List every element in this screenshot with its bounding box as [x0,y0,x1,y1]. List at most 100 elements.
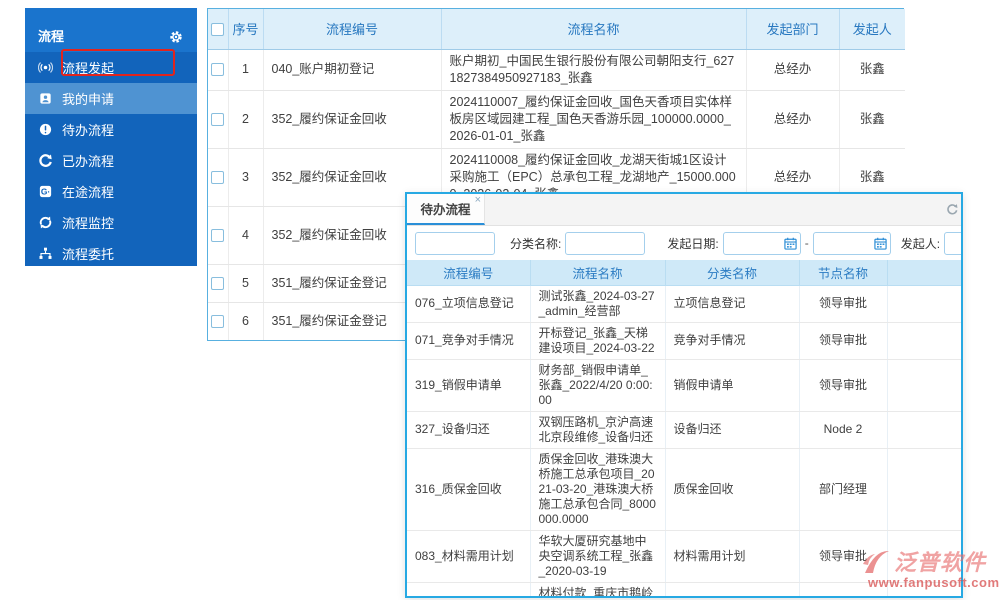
cell-category: 竞争对手情况 [665,322,799,359]
row-checkbox[interactable] [211,171,224,184]
sidebar-item-process-initiate[interactable]: 流程发起 [25,52,197,83]
cell-category: 设备归还 [665,411,799,448]
cell-category: 销假申请单 [665,359,799,411]
svg-text:G·: G· [41,187,50,197]
col-header-name: 流程名称 [530,260,665,285]
cell-code: 352_履约保证金回收 [263,90,441,148]
cell-name: 财务部_销假申请单_张鑫_2022/4/20 0:00:00 [530,359,665,411]
table-row[interactable]: 1 040_账户期初登记 账户期初_中国民生银行股份有限公司朝阳支行_62718… [208,49,905,90]
cell-initiator: 张鑫 [839,90,905,148]
col-header-initiator: 发起人 [839,9,905,49]
col-header-code: 流程编号 [263,9,441,49]
cell-dept: 总经办 [746,49,839,90]
calendar-icon[interactable] [874,237,887,250]
sidebar-header: 流程 [25,8,197,52]
pending-processes-table: 流程编号 流程名称 分类名称 节点名称 076_立项信息登记 测试张鑫_2024… [407,260,963,598]
refresh-icon [38,215,53,230]
sidebar-item-pending-processes[interactable]: 待办流程 [25,114,197,145]
row-checkbox[interactable] [211,113,224,126]
g-badge-icon: G· [38,184,53,199]
table-row[interactable]: 083_材料需用计划 华软大厦研究基地中央空调系统工程_张鑫_2020-03-1… [407,530,963,582]
panel-filter-row: 分类名称: 发起日期: - [407,226,961,260]
row-checkbox[interactable] [211,229,224,242]
col-header-no: 序号 [228,9,263,49]
sidebar-item-label: 待办流程 [62,120,114,139]
cell-name: 双钢压路机_京沪高速北京段维修_设备归还 [530,411,665,448]
keyword-input[interactable] [415,232,495,255]
sidebar-title: 流程 [38,26,64,45]
cell-no: 2 [228,90,263,148]
header-checkbox-cell [208,9,228,49]
category-label: 分类名称: [510,235,561,252]
sitemap-icon [38,246,53,261]
table-row[interactable]: 319_销假申请单 财务部_销假申请单_张鑫_2022/4/20 0:00:00… [407,359,963,411]
cell-node: 领导审批 [799,530,887,582]
col-header-dept: 发起部门 [746,9,839,49]
gear-icon[interactable] [168,29,184,45]
row-checkbox[interactable] [211,315,224,328]
cell-name: 华软大厦研究基地中央空调系统工程_张鑫_2020-03-19 [530,530,665,582]
cell-no: 4 [228,206,263,264]
row-checkbox[interactable] [211,277,224,290]
cell-no: 1 [228,49,263,90]
start-date-label: 发起日期: [667,235,718,252]
pending-processes-panel: 待办流程 × 分类名称: 发起日期: [405,192,963,598]
table-row[interactable]: 327_设备归还 双钢压路机_京沪高速北京段维修_设备归还 设备归还 Node … [407,411,963,448]
row-checkbox[interactable] [211,63,224,76]
panel-tab-bar: 待办流程 × [407,194,961,226]
cell-node: 总裁审批 [799,582,887,598]
cell-code: 316_质保金回收 [407,448,530,530]
cell-category: 材料付款 [665,582,799,598]
cell-node: 领导审批 [799,359,887,411]
sidebar-item-my-applications[interactable]: 我的申请 [25,83,197,114]
panel-refresh-icon[interactable] [945,202,959,216]
sidebar-item-label: 已办流程 [62,151,114,170]
table-header-row: 序号 流程编号 流程名称 发起部门 发起人 [208,9,905,49]
cell-code: 083_材料需用计划 [407,530,530,582]
cell-code: 319_销假申请单 [407,359,530,411]
cell-no: 5 [228,264,263,302]
col-header-name: 流程名称 [441,9,746,49]
col-header-category: 分类名称 [665,260,799,285]
broadcast-icon [38,60,53,75]
id-card-icon [38,91,53,106]
sidebar-item-label: 流程委托 [62,244,114,263]
table-header-row: 流程编号 流程名称 分类名称 节点名称 [407,260,963,285]
col-header-extra [887,260,963,285]
sidebar-item-intransit-processes[interactable]: G· 在途流程 [25,176,197,207]
redo-arrow-icon [38,153,53,168]
cell-code: 076_立项信息登记 [407,285,530,322]
tab-pending-processes[interactable]: 待办流程 × [407,194,485,225]
cell-node: 部门经理 [799,448,887,530]
category-input[interactable] [565,232,645,255]
col-header-code: 流程编号 [407,260,530,285]
tab-label: 待办流程 [420,199,470,218]
cell-name: 2024110007_履约保证金回收_国色天香项目实体样板房区域园建工程_国色天… [441,90,746,148]
sidebar-item-process-delegation[interactable]: 流程委托 [25,238,197,269]
table-row[interactable]: 316_质保金回收 质保金回收_港珠澳大桥施工总承包项目_2021-03-20_… [407,448,963,530]
cell-category: 质保金回收 [665,448,799,530]
sidebar-item-process-monitoring[interactable]: 流程监控 [25,207,197,238]
cell-no: 3 [228,148,263,206]
cell-name: 材料付款_重庆市鹅岭公园绿化景观提升工程施工_付安琼_2020-03-08 [530,582,665,598]
cell-name: 测试张鑫_2024-03-27_admin_经营部 [530,285,665,322]
initiator-input[interactable] [944,232,963,255]
table-row[interactable]: 2 352_履约保证金回收 2024110007_履约保证金回收_国色天香项目实… [208,90,905,148]
calendar-icon[interactable] [784,237,797,250]
table-row[interactable]: 092_材料付款 材料付款_重庆市鹅岭公园绿化景观提升工程施工_付安琼_2020… [407,582,963,598]
cell-code: 327_设备归还 [407,411,530,448]
table-row[interactable]: 071_竞争对手情况 开标登记_张鑫_天梯建设项目_2024-03-22 竞争对… [407,322,963,359]
table-row[interactable]: 076_立项信息登记 测试张鑫_2024-03-27_admin_经营部 立项信… [407,285,963,322]
sidebar-item-label: 在途流程 [62,182,114,201]
cell-node: Node 2 [799,411,887,448]
tab-close-icon[interactable]: × [475,195,481,205]
col-header-node: 节点名称 [799,260,887,285]
cell-code: 040_账户期初登记 [263,49,441,90]
cell-node: 领导审批 [799,285,887,322]
cell-category: 立项信息登记 [665,285,799,322]
cell-code: 092_材料付款 [407,582,530,598]
sidebar-item-completed-processes[interactable]: 已办流程 [25,145,197,176]
select-all-checkbox[interactable] [211,23,224,36]
cell-dept: 总经办 [746,90,839,148]
sidebar-item-label: 流程发起 [62,58,114,77]
